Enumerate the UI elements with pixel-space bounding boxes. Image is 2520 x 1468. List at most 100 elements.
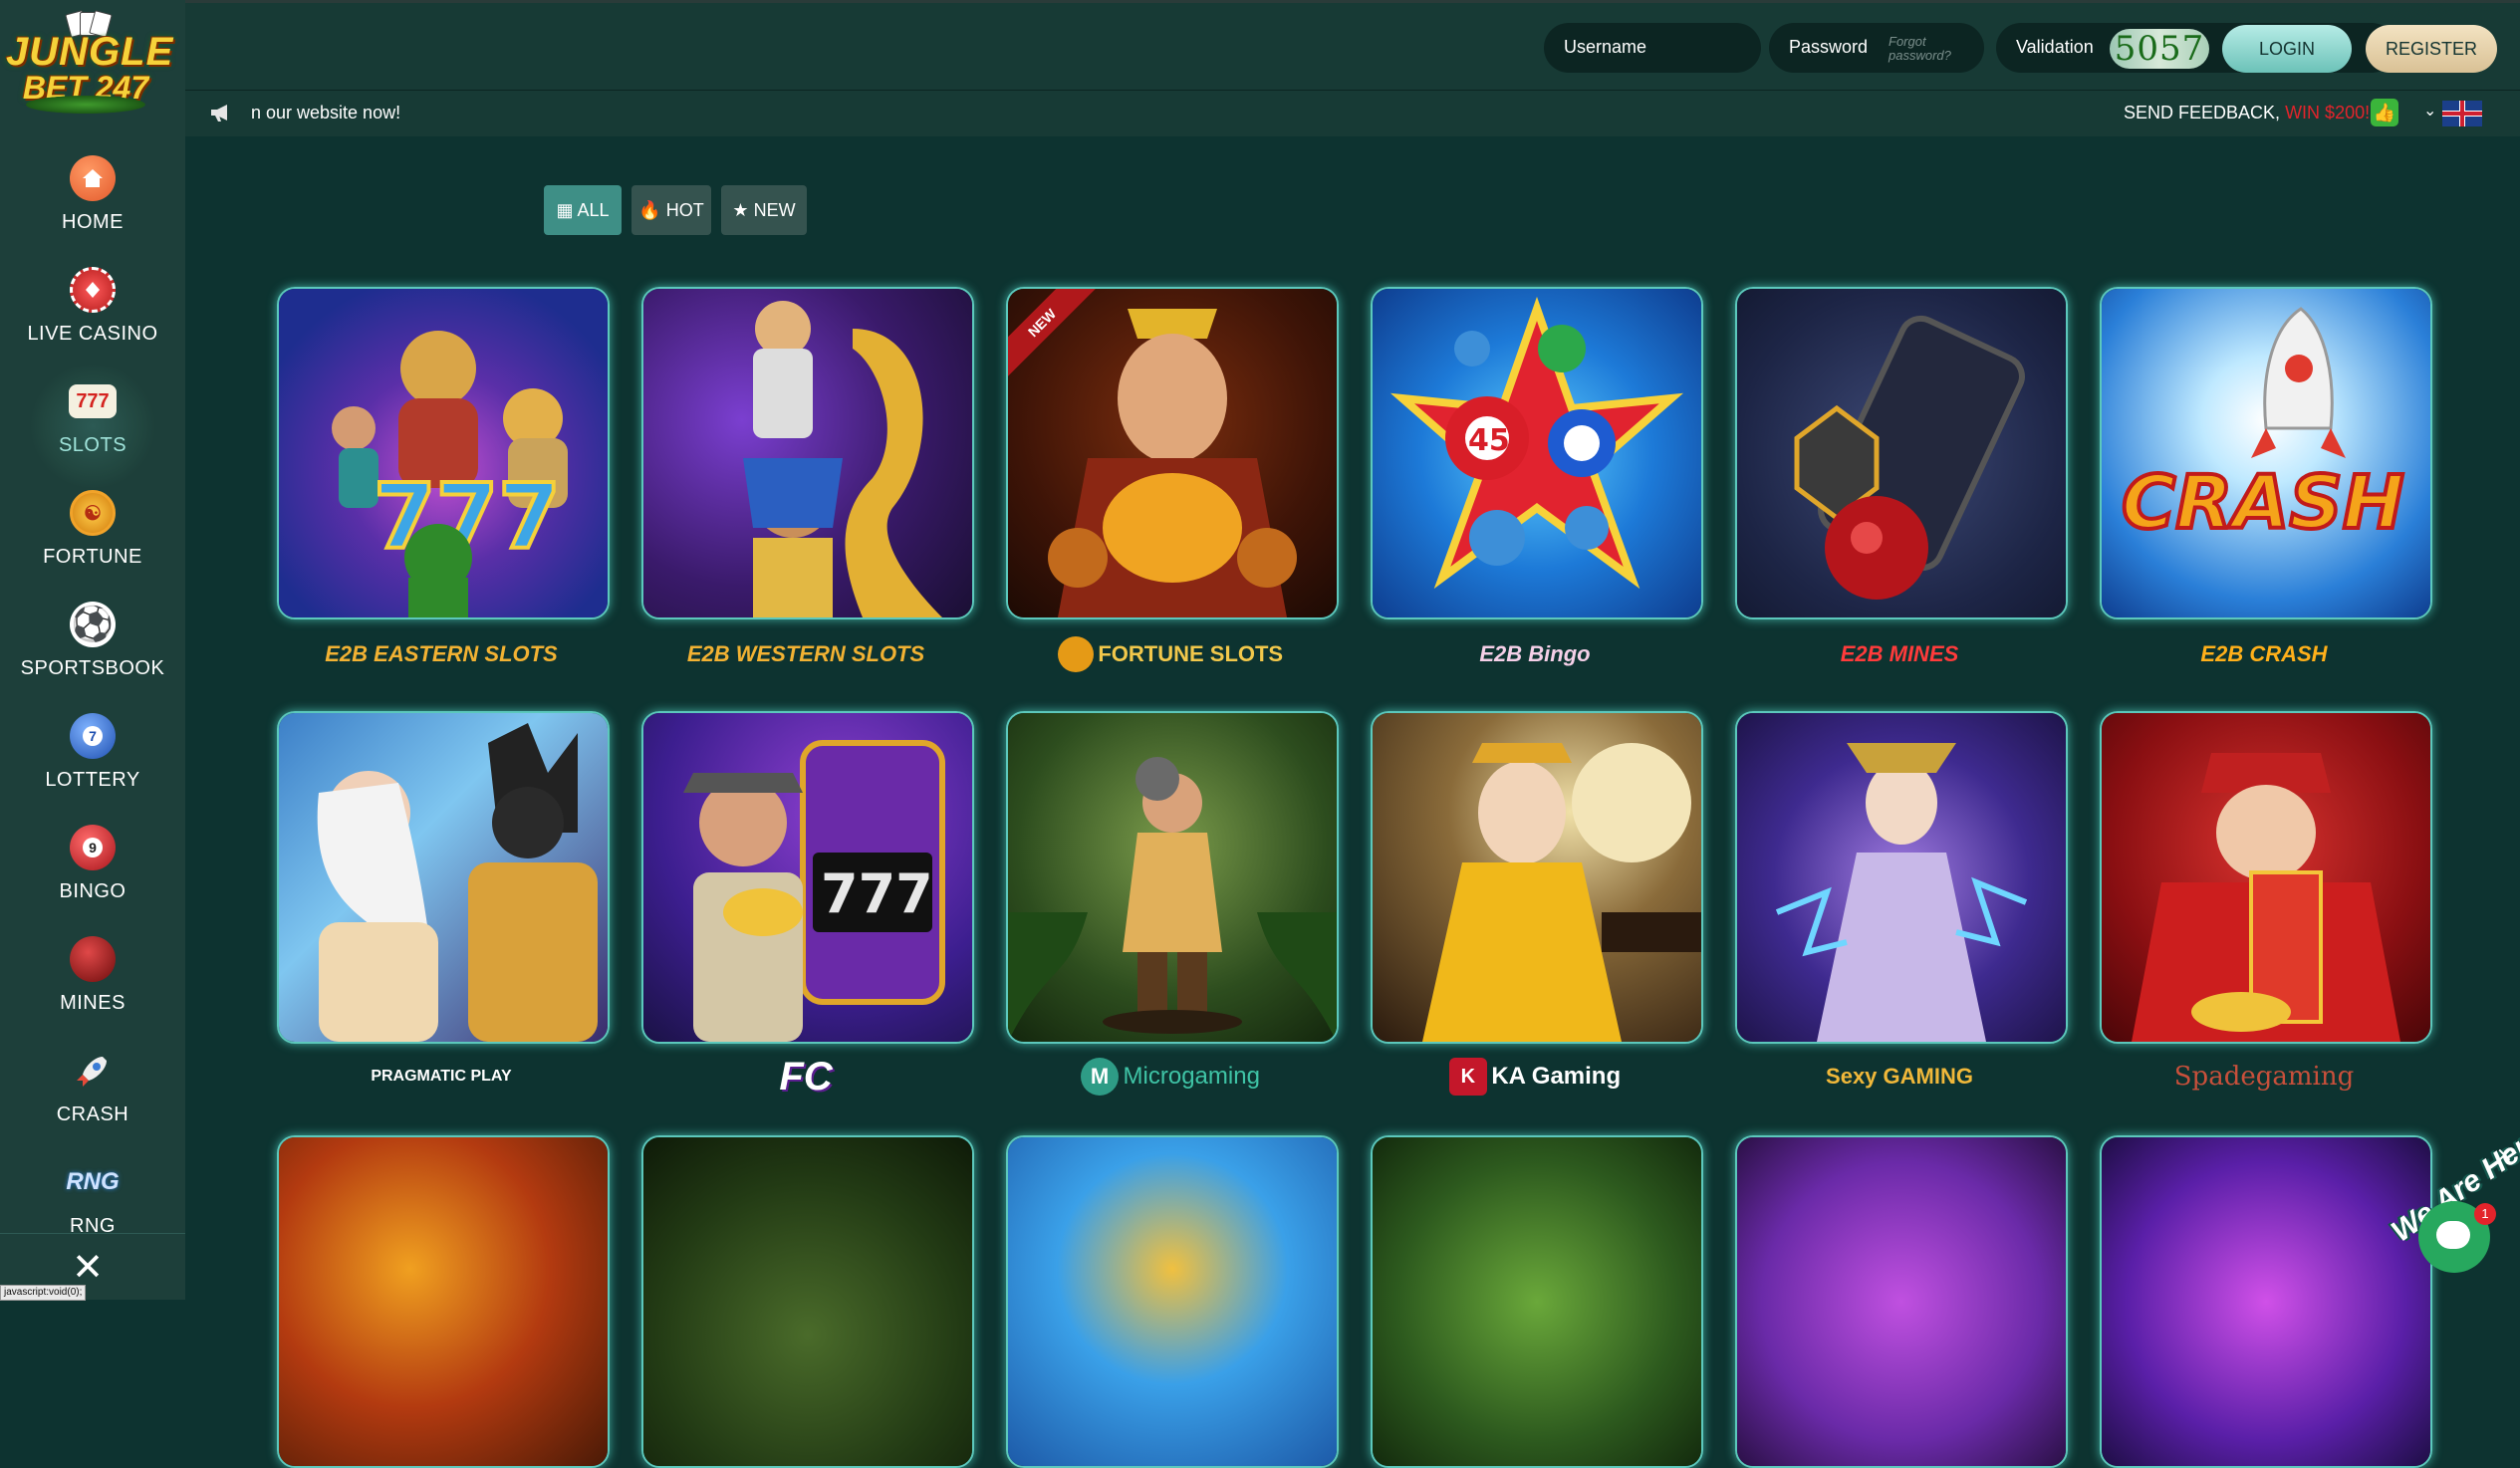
game-thumbnail (1737, 713, 2066, 1042)
game-tile-row3-6[interactable] (2100, 1135, 2432, 1468)
captcha-image: 5057 (2110, 29, 2209, 69)
feedback-reward: WIN $200! (2285, 103, 2371, 122)
sidebar-item-label: CRASH (56, 1103, 129, 1125)
game-thumbnail: CRASH (2102, 289, 2430, 617)
provider-logo: Sexy GAMING (1826, 1064, 1973, 1089)
sidebar-item-fortune[interactable]: ☯ FORTUNE (0, 482, 185, 594)
provider-logo: E2B WESTERN SLOTS (686, 641, 925, 666)
chevron-down-icon[interactable]: ⌄ (2423, 101, 2436, 121)
sidebar-nav: HOME LIVE CASINO 777 SLOTS ☯ FORTUNE ⚽ S… (0, 147, 185, 1263)
login-button[interactable]: LOGIN (2222, 25, 2352, 73)
game-thumbnail: 777 (643, 713, 972, 1042)
star-icon: ★ (732, 200, 749, 220)
game-thumbnail (2102, 1137, 2430, 1466)
game-tile-ka-gaming[interactable] (1371, 711, 1703, 1044)
filter-hot-button[interactable]: 🔥 HOT (631, 185, 711, 235)
sidebar-item-label: HOME (62, 211, 124, 233)
filter-label: ALL (577, 200, 610, 220)
site-logo[interactable]: JUNGLE BET 247 (6, 10, 174, 118)
game-tile-bingo[interactable]: 45 (1371, 287, 1703, 619)
microgaming-icon: M (1081, 1058, 1120, 1096)
sidebar-item-live-casino[interactable]: LIVE CASINO (0, 259, 185, 370)
mine-bomb-icon (70, 936, 116, 982)
svg-text:CRASH: CRASH (2122, 460, 2404, 546)
megaphone-icon (209, 103, 233, 122)
password-placeholder: Password (1789, 37, 1869, 57)
sidebar-item-crash[interactable]: CRASH (0, 1040, 185, 1151)
fortune-coin-icon: ☯ (70, 490, 116, 536)
top-header: Username Password Forgot password? Valid… (185, 0, 2520, 93)
game-thumbnail (643, 289, 972, 617)
chat-close-icon[interactable]: ✕ (2496, 1143, 2513, 1168)
uk-flag-icon[interactable] (2442, 101, 2482, 126)
sidebar-item-home[interactable]: HOME (0, 147, 185, 259)
sidebar-item-lottery[interactable]: 7 LOTTERY (0, 705, 185, 817)
provider-logo: Spadegaming (2173, 1062, 2355, 1092)
thumbs-up-icon[interactable]: 👍 (2371, 99, 2398, 126)
rng-icon: RNG (66, 1168, 120, 1195)
game-thumbnail (279, 713, 608, 1042)
filter-all-button[interactable]: ▦ ALL (544, 185, 622, 235)
username-placeholder: Username (1564, 37, 1647, 57)
sidebar-item-slots[interactable]: 777 SLOTS (0, 365, 185, 488)
chat-launcher-button[interactable]: 1 (2418, 1201, 2496, 1273)
game-tile-fc[interactable]: 777 (641, 711, 974, 1044)
game-tile-mines[interactable] (1735, 287, 2068, 619)
game-tile-pragmatic-play[interactable] (277, 711, 610, 1044)
filter-label: NEW (753, 200, 796, 220)
feedback-text: SEND FEEDBACK, (2124, 103, 2281, 122)
game-tile-row3-4[interactable] (1371, 1135, 1703, 1468)
game-thumbnail (643, 1137, 972, 1466)
game-tile-sexy-gaming[interactable] (1735, 711, 2068, 1044)
register-button[interactable]: REGISTER (2366, 25, 2497, 73)
provider-logo: FC (779, 1055, 833, 1099)
bingo-ball-icon: 9 (70, 825, 116, 870)
filter-new-button[interactable]: ★ NEW (721, 185, 807, 235)
provider-logo: E2B EASTERN SLOTS (325, 641, 558, 666)
provider-logo: E2B CRASH (2200, 641, 2328, 666)
game-thumbnail (279, 1137, 608, 1466)
send-feedback-link[interactable]: SEND FEEDBACK, WIN $200! (2124, 103, 2370, 123)
sidebar-item-label: MINES (60, 992, 126, 1014)
logo-text-line1: JUNGLE (6, 30, 174, 74)
game-thumbnail (1008, 1137, 1337, 1466)
sidebar-item-label: SLOTS (58, 434, 127, 456)
sidebar-item-label: LIVE CASINO (27, 323, 158, 345)
game-tile-spadegaming[interactable] (2100, 711, 2432, 1044)
fire-icon: 🔥 (638, 200, 661, 220)
game-tile-eastern-slots[interactable]: 777 (277, 287, 610, 619)
house-icon (70, 155, 116, 201)
game-tile-row3-3[interactable] (1006, 1135, 1339, 1468)
sidebar-item-label: SPORTSBOOK (20, 657, 165, 679)
svg-text:45: 45 (1468, 423, 1510, 458)
sidebar-item-label: LOTTERY (45, 769, 140, 791)
forgot-password-link-line2[interactable]: password? (1889, 49, 1951, 63)
username-field[interactable]: Username (1544, 23, 1761, 73)
sidebar-item-bingo[interactable]: 9 BINGO (0, 817, 185, 928)
game-thumbnail (1737, 1137, 2066, 1466)
sidebar-item-mines[interactable]: MINES (0, 928, 185, 1040)
provider-logo: E2B Bingo (1479, 641, 1591, 666)
game-thumbnail (1008, 713, 1337, 1042)
chat-unread-badge: 1 (2474, 1203, 2496, 1225)
game-tile-microgaming[interactable] (1006, 711, 1339, 1044)
lottery-ball-icon: 7 (70, 713, 116, 759)
provider-logo: K KA Gaming (1371, 1052, 1699, 1101)
game-tile-row3-1[interactable] (277, 1135, 610, 1468)
fortune-coin-icon (1057, 636, 1094, 672)
game-thumbnail: 45 (1373, 289, 1701, 617)
password-field[interactable]: Password Forgot password? (1769, 23, 1984, 73)
chat-bubble-icon (2436, 1221, 2470, 1249)
sidebar-item-sportsbook[interactable]: ⚽ SPORTSBOOK (0, 594, 185, 705)
provider-logo: PRAGMATIC PLAY (371, 1068, 512, 1085)
game-thumbnail (1373, 1137, 1701, 1466)
soccer-ball-icon: ⚽ (70, 602, 116, 647)
game-tile-row3-5[interactable] (1735, 1135, 2068, 1468)
game-tile-fortune-slots[interactable]: NEW (1006, 287, 1339, 619)
game-tile-crash[interactable]: CRASH (2100, 287, 2432, 619)
forgot-password-link-line1[interactable]: Forgot (1889, 35, 1926, 49)
game-tile-row3-2[interactable] (641, 1135, 974, 1468)
provider-logo: M Microgaming (1006, 1052, 1335, 1101)
close-icon[interactable]: ✕ (70, 1249, 106, 1287)
game-tile-western-slots[interactable] (641, 287, 974, 619)
